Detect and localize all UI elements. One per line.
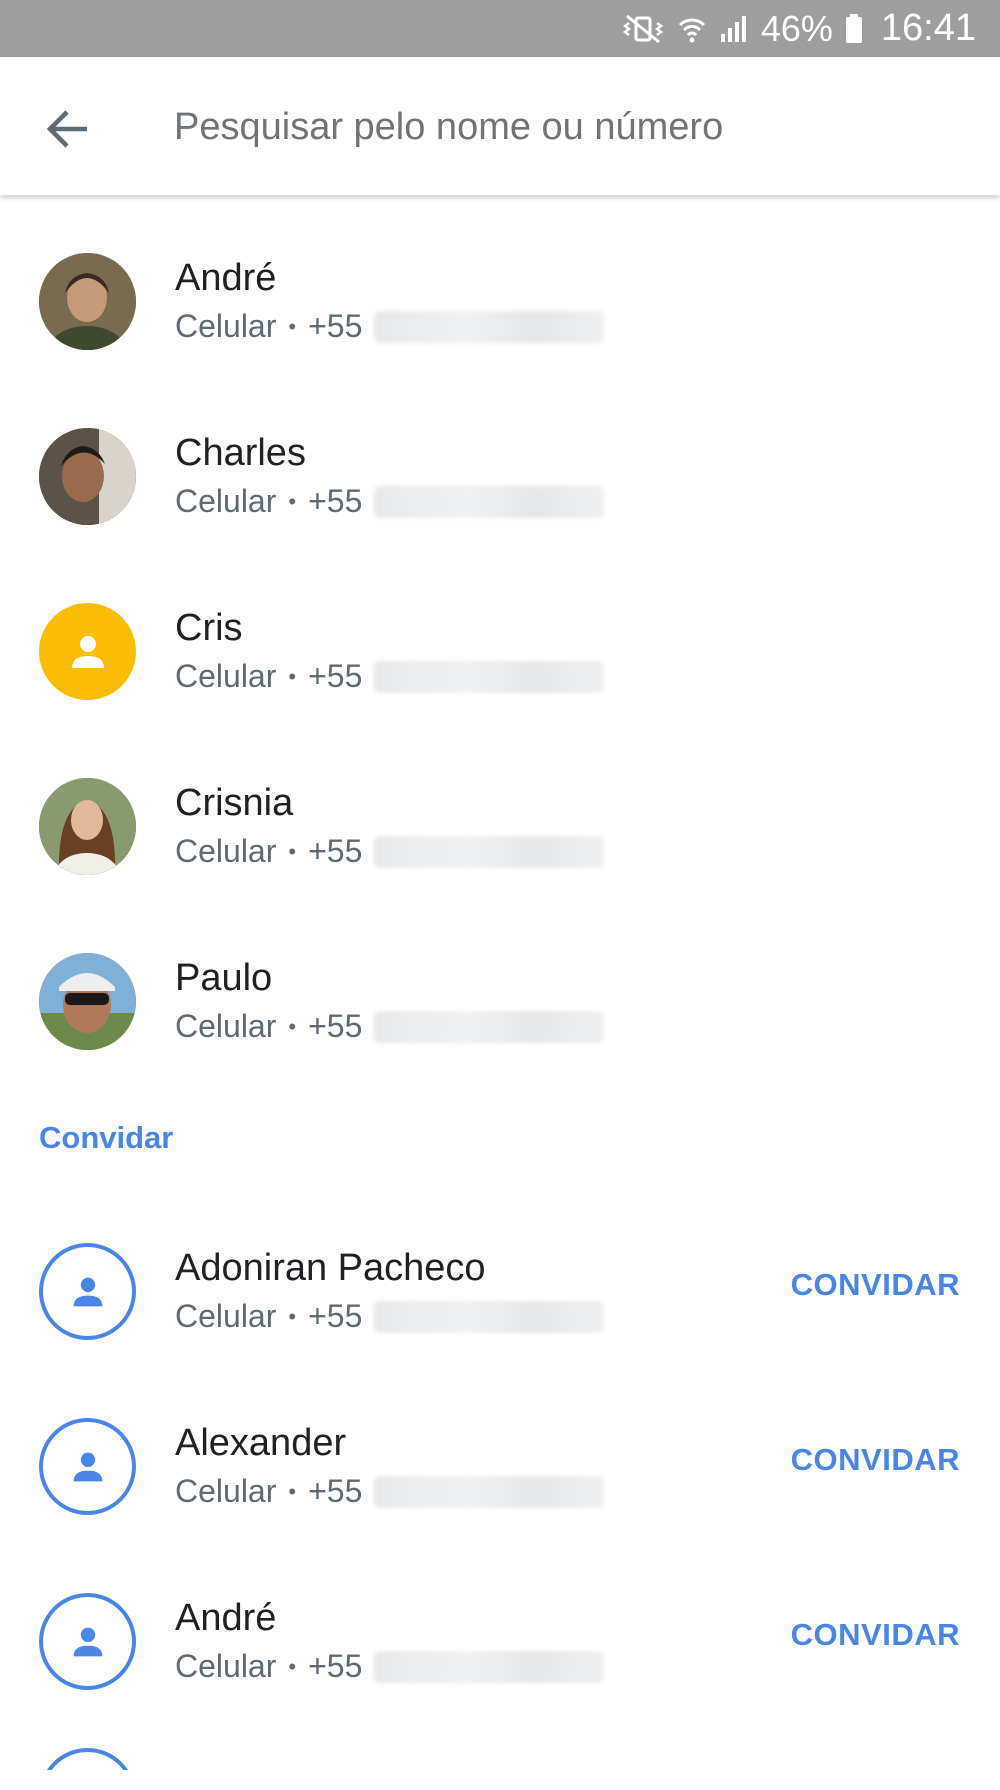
person-icon	[73, 1277, 102, 1306]
avatar	[39, 428, 136, 525]
invite-row-andre[interactable]: André Celular • +55 CONVIDAR	[0, 1535, 1000, 1710]
contact-row-charles[interactable]: Charles Celular • +55	[0, 370, 1000, 545]
contact-row-cris[interactable]: Cris Celular • +55	[0, 545, 1000, 720]
blurred-number	[374, 660, 605, 693]
contact-name: Adoniran Pacheco	[175, 1247, 486, 1289]
contact-row-crisnia[interactable]: Crisnia Celular • +55	[0, 720, 1000, 895]
avatar	[39, 253, 136, 350]
search-input[interactable]	[174, 91, 954, 163]
avatar	[39, 778, 136, 875]
person-icon	[71, 635, 104, 668]
invite-row-alexander[interactable]: Alexander Celular • +55 CONVIDAR	[0, 1360, 1000, 1535]
contact-phone: Celular • +55	[175, 1648, 605, 1685]
blurred-number	[374, 1475, 605, 1508]
vibrate-muted-icon	[621, 14, 665, 44]
contact-name: Charles	[175, 432, 306, 474]
contact-name: André	[175, 257, 277, 299]
invite-row-partial[interactable]	[0, 1710, 1000, 1770]
invite-row-adoniran[interactable]: Adoniran Pacheco Celular • +55 CONVIDAR	[0, 1185, 1000, 1360]
invite-button[interactable]: CONVIDAR	[791, 1267, 960, 1303]
contact-phone: Celular • +55	[175, 1008, 605, 1045]
invite-button[interactable]: CONVIDAR	[791, 1617, 960, 1653]
contact-name: Paulo	[175, 957, 273, 999]
wifi-icon	[677, 14, 707, 44]
contact-name: Cris	[175, 607, 243, 649]
contact-row-paulo[interactable]: Paulo Celular • +55	[0, 895, 1000, 1070]
back-button[interactable]	[36, 97, 100, 161]
arrow-back-icon	[46, 110, 87, 148]
status-bar: 46% 16:41	[0, 0, 1000, 57]
avatar	[39, 1243, 136, 1340]
search-bar	[0, 57, 1000, 195]
blurred-number	[374, 1650, 605, 1683]
battery-icon	[845, 13, 863, 44]
contact-phone: Celular • +55	[175, 833, 605, 870]
contact-list: André Celular • +55 Charles Celular • +55 Cr…	[0, 195, 1000, 1790]
blurred-number	[374, 485, 605, 518]
contact-phone: Celular • +55	[175, 1473, 605, 1510]
blurred-number	[374, 835, 605, 868]
invite-button[interactable]: CONVIDAR	[791, 1442, 960, 1478]
blurred-number	[374, 1300, 605, 1333]
avatar	[39, 953, 136, 1050]
blurred-number	[374, 310, 605, 343]
clock: 16:41	[880, 7, 976, 49]
person-icon	[73, 1452, 102, 1481]
contact-row-andre[interactable]: André Celular • +55	[0, 195, 1000, 370]
contact-phone: Celular • +55	[175, 658, 605, 695]
avatar	[39, 1748, 136, 1770]
contact-phone: Celular • +55	[175, 483, 605, 520]
blurred-number	[374, 1010, 605, 1043]
section-title: Convidar	[39, 1120, 174, 1155]
avatar	[39, 1593, 136, 1690]
avatar	[39, 603, 136, 700]
avatar	[39, 1418, 136, 1515]
contact-phone: Celular • +55	[175, 1298, 605, 1335]
battery-percent: 46%	[760, 7, 833, 49]
contact-name: Crisnia	[175, 782, 294, 824]
contact-phone: Celular • +55	[175, 308, 605, 345]
signal-icon	[719, 14, 749, 44]
person-icon	[73, 1627, 102, 1656]
contact-name: André	[175, 1597, 277, 1639]
contact-name: Alexander	[175, 1422, 347, 1464]
